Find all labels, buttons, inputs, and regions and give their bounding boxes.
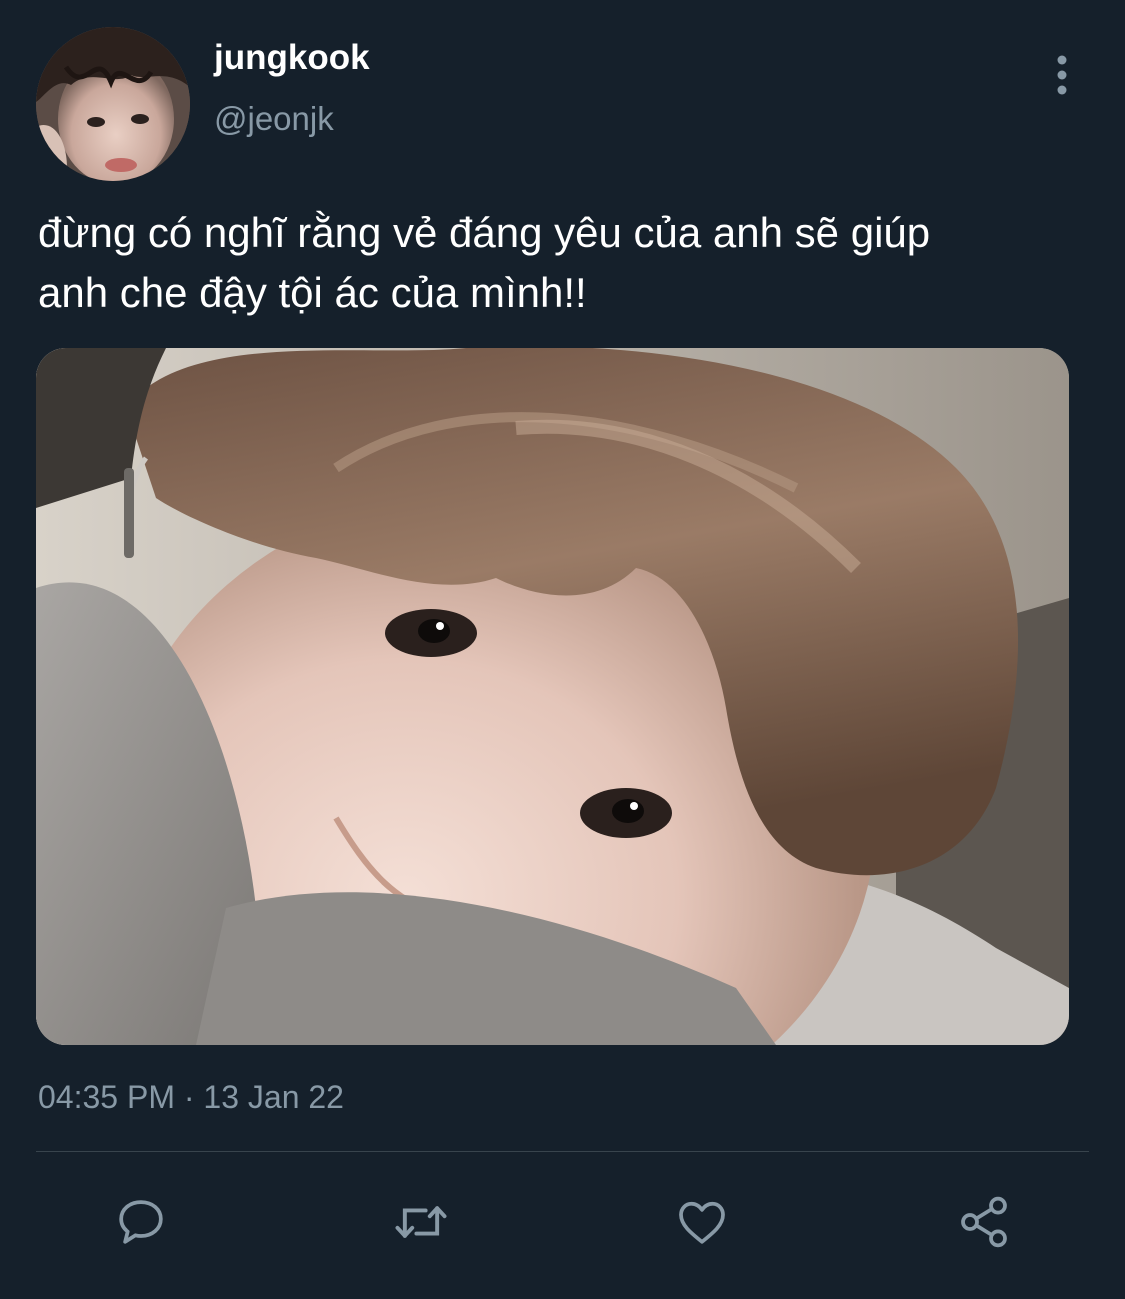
- avatar[interactable]: [36, 27, 190, 181]
- username-handle[interactable]: @jeonjk: [214, 99, 334, 139]
- tweet-text: đừng có nghĩ rằng vẻ đáng yêu của anh sẽ…: [38, 203, 1088, 323]
- photo-image: [36, 348, 1069, 1045]
- reply-button[interactable]: [109, 1190, 173, 1254]
- heart-icon: [679, 1201, 725, 1244]
- timestamp-separator: ·: [183, 1079, 195, 1115]
- tweet-media-photo[interactable]: [36, 348, 1069, 1045]
- reply-icon: [119, 1200, 163, 1244]
- tweet-time: 04:35 PM: [38, 1079, 175, 1115]
- retweet-icon: [395, 1206, 447, 1238]
- display-name[interactable]: jungkook: [214, 38, 370, 78]
- tweet-date: 13 Jan 22: [203, 1079, 344, 1115]
- tweet-timestamp[interactable]: 04:35 PM · 13 Jan 22: [38, 1077, 344, 1117]
- like-button[interactable]: [670, 1190, 734, 1254]
- share-icon: [961, 1196, 1007, 1248]
- divider: [36, 1151, 1089, 1152]
- tweet-text-line: đừng có nghĩ rằng vẻ đáng yêu của anh sẽ…: [38, 209, 931, 256]
- more-options-button[interactable]: [1044, 54, 1080, 98]
- share-button[interactable]: [952, 1190, 1016, 1254]
- more-vertical-icon: [1057, 55, 1067, 95]
- avatar-image: [36, 27, 190, 181]
- tweet-text-line: anh che đậy tội ác của mình!!: [38, 269, 587, 316]
- retweet-button[interactable]: [389, 1190, 453, 1254]
